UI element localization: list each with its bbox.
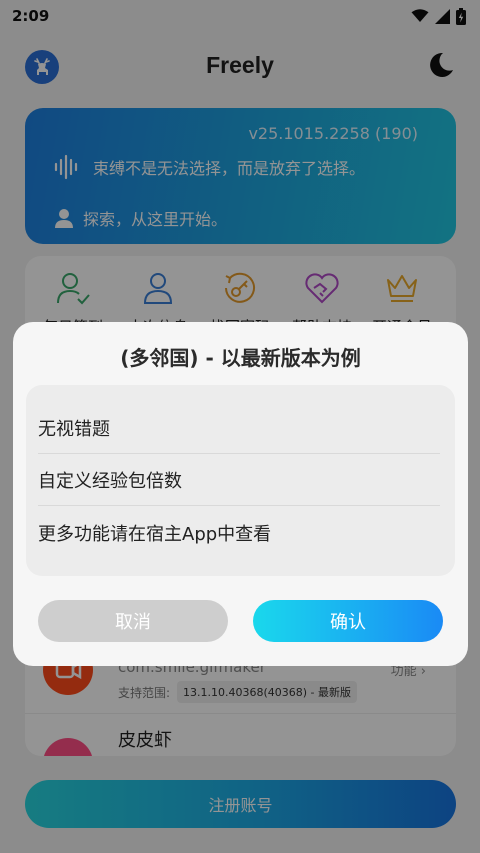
option-item[interactable]: 无视错题 <box>38 402 440 454</box>
feature-dialog: (多邻国) - 以最新版本为例 无视错题 自定义经验包倍数 更多功能请在宿主Ap… <box>13 322 468 666</box>
dialog-title: (多邻国) - 以最新版本为例 <box>120 346 361 370</box>
feature-options-list: 无视错题 自定义经验包倍数 更多功能请在宿主App中查看 <box>26 385 455 576</box>
cancel-button[interactable]: 取消 <box>38 600 228 642</box>
confirm-button[interactable]: 确认 <box>253 600 443 642</box>
option-item[interactable]: 自定义经验包倍数 <box>38 454 440 506</box>
option-item[interactable]: 更多功能请在宿主App中查看 <box>38 507 440 559</box>
